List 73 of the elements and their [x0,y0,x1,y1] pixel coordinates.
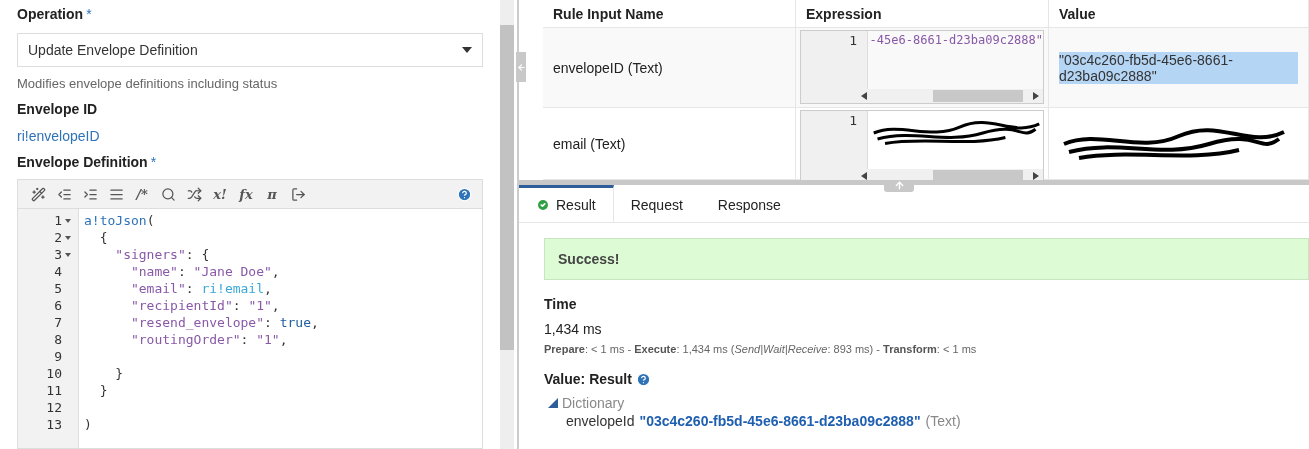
field-label: Operation * [17,6,93,24]
line-number: 10 [46,366,62,381]
code-editor[interactable]: /* x! fx π 1 2 3 4 5 6 7 8 9 10 11 12 13 a!toJson( { "signers": { "name": "Jane Doe", "email": ri!email, "recipientId": "1", "resend_envelope": true, "routingOrder": "1", } } ) [17,179,483,449]
line-number: 4 [54,264,62,279]
code-line: "email": ri!email, [129,280,273,297]
scrollbar-thumb[interactable] [933,170,1023,180]
code-line: a!toJson( [84,212,156,229]
check-icon [536,198,550,212]
tree-type: (Text) [925,413,961,429]
operation-dropdown[interactable]: Update Envelope Definition [17,33,483,67]
table-cell: envelopeID (Text) [543,28,796,108]
toolbar-button[interactable]: fx [238,185,254,203]
left-arrow-icon[interactable] [861,172,867,180]
tree-node[interactable]: Dictionary [562,395,625,411]
line-number: 6 [54,298,62,313]
line-number: 1 [849,113,857,130]
tree-key: envelopeId [566,413,635,429]
line-number: 9 [54,349,62,364]
toolbar-button[interactable]: /* [134,185,150,203]
value-text: "03c4c260-fb5d-45e6-8661-d23ba09c2888" [1059,51,1298,84]
time-breakdown: Prepare: < 1 ms - Execute: 1,434 ms (Send|Wait|Receive: 893 ms) - Transform: < 1 ms [544,343,978,355]
time-value: 1,434 ms [544,321,603,337]
scrollbar-thumb[interactable] [500,25,514,350]
fold-caret-icon[interactable] [65,235,71,240]
export-icon[interactable] [290,185,306,203]
shuffle-icon[interactable] [186,185,202,203]
left-arrow-icon[interactable] [861,92,867,100]
help-icon[interactable] [635,371,651,387]
code-line: { [98,229,109,246]
help-icon[interactable] [457,186,472,202]
code-line: -45e6-8661-d23ba09c2888" [869,33,1043,49]
field-label: Envelope Definition * [17,154,158,172]
code-line: "signers": { [114,246,211,263]
right-arrow-icon[interactable] [1033,172,1039,180]
section-title: Value: Result [544,371,632,387]
help-text: Modifies envelope definitions including status [17,76,279,91]
tree-value: "03c4c260-fb5d-45e6-8661-d23ba09c2888" [639,413,921,429]
code-line: "routingOrder": "1", [129,331,289,348]
section-title: Time [544,296,577,312]
right-arrow-icon[interactable] [1033,92,1039,100]
caret-icon [462,47,472,53]
expression-editor[interactable]: 1 -45e6-8661-d23ba09c2888" [800,30,1044,104]
code-line: "name": "Jane Doe", [129,263,281,280]
code-line: } [114,365,125,382]
code-line: "recipientId": "1", [129,297,281,314]
code-line: ) [84,416,93,433]
scrollbar-thumb[interactable] [933,90,1023,102]
line-number: 5 [54,281,62,296]
success-banner: Success! [544,238,1309,280]
collapse-left-handle[interactable] [516,52,526,82]
line-number: 8 [54,332,62,347]
line-number: 11 [46,383,62,398]
fold-caret-icon[interactable] [65,252,71,257]
tab[interactable]: Result [519,185,614,222]
field-label: Envelope ID [17,101,99,119]
table-cell: email (Text) [543,108,796,180]
code-line: } [98,382,109,399]
line-number: 13 [46,417,62,432]
expand-triangle-icon[interactable] [548,398,558,408]
fold-caret-icon[interactable] [65,218,71,223]
code-line: "resend_envelope": true, [129,314,320,331]
line-number: 1 [849,33,857,50]
line-number: 2 [54,230,62,245]
line-number: 3 [54,247,62,262]
wand-icon[interactable] [30,185,46,203]
search-icon[interactable] [160,185,176,203]
line-number: 1 [54,213,62,228]
line-number: 7 [54,315,62,330]
collapse-up-handle[interactable] [884,180,914,192]
field-value: ri!envelopeID [17,128,101,144]
toolbar-button[interactable]: π [264,185,280,203]
line-number: 12 [46,400,62,415]
toolbar-button[interactable]: x! [212,185,228,203]
